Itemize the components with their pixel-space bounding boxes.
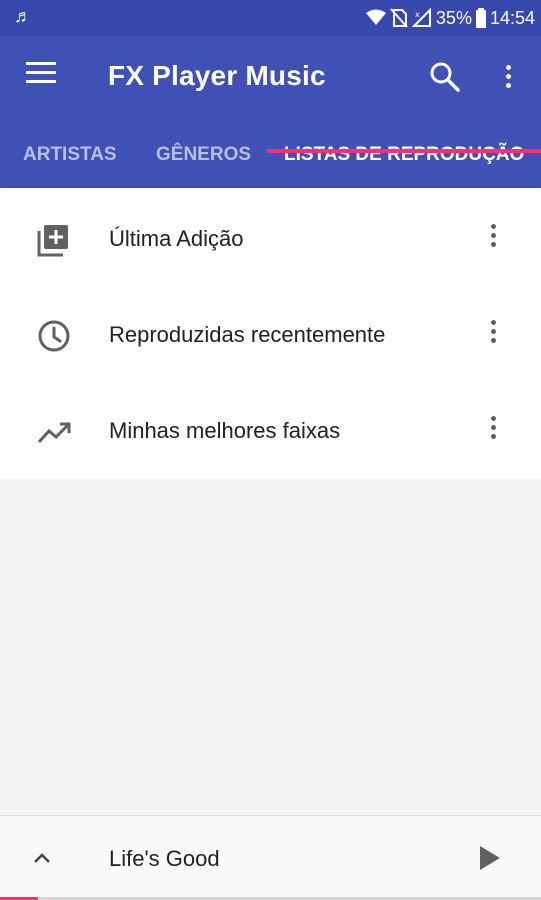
clock-icon (36, 318, 72, 354)
trending-up-icon (36, 414, 72, 450)
wifi-icon (365, 9, 386, 25)
active-tab-indicator (267, 149, 541, 153)
app-title: FX Player Music (108, 60, 326, 91)
playlist-list: Última Adição Reproduzidas recentemente … (0, 188, 541, 479)
playlist-label: Última Adição (109, 226, 244, 251)
more-vert-icon[interactable] (482, 224, 504, 254)
tab-artistas[interactable]: ARTISTAS (23, 144, 117, 166)
chevron-up-icon[interactable] (30, 846, 54, 870)
status-bar: ♬ x 35% 14:54 (0, 0, 541, 36)
battery-icon (475, 8, 486, 28)
empty-area (0, 479, 541, 815)
search-icon[interactable] (428, 60, 462, 94)
list-item[interactable]: Minhas melhores faixas (0, 382, 541, 479)
song-title: Life's Good (109, 846, 220, 871)
list-item[interactable]: Última Adição (0, 190, 541, 287)
app-bar: FX Player Music ARTISTAS GÊNEROS LISTAS … (0, 36, 541, 188)
clock-time: 14:54 (489, 7, 535, 28)
play-icon[interactable] (476, 844, 504, 872)
more-vert-icon[interactable] (482, 320, 504, 350)
status-icons: x 35% 14:54 (365, 0, 535, 36)
hamburger-menu-icon[interactable] (26, 62, 58, 86)
music-note-icon: ♬ (14, 6, 32, 26)
no-sim-icon (390, 8, 408, 28)
tab-bar: ARTISTAS GÊNEROS LISTAS DE REPRODUÇÃO (0, 136, 541, 188)
list-item[interactable]: Reproduzidas recentemente (0, 286, 541, 383)
signal-icon: x (411, 8, 431, 27)
more-vert-icon[interactable] (482, 416, 504, 446)
svg-text:x: x (415, 10, 420, 19)
tab-listas-de-reproducao[interactable]: LISTAS DE REPRODUÇÃO (284, 144, 524, 166)
more-vert-icon[interactable] (496, 60, 520, 94)
playlist-add-icon (36, 222, 72, 258)
battery-percent: 35% (435, 7, 472, 28)
playlist-label: Minhas melhores faixas (109, 418, 341, 443)
playlist-label: Reproduzidas recentemente (109, 322, 386, 347)
tab-generos[interactable]: GÊNEROS (156, 144, 251, 166)
mini-player[interactable]: Life's Good (0, 815, 541, 900)
